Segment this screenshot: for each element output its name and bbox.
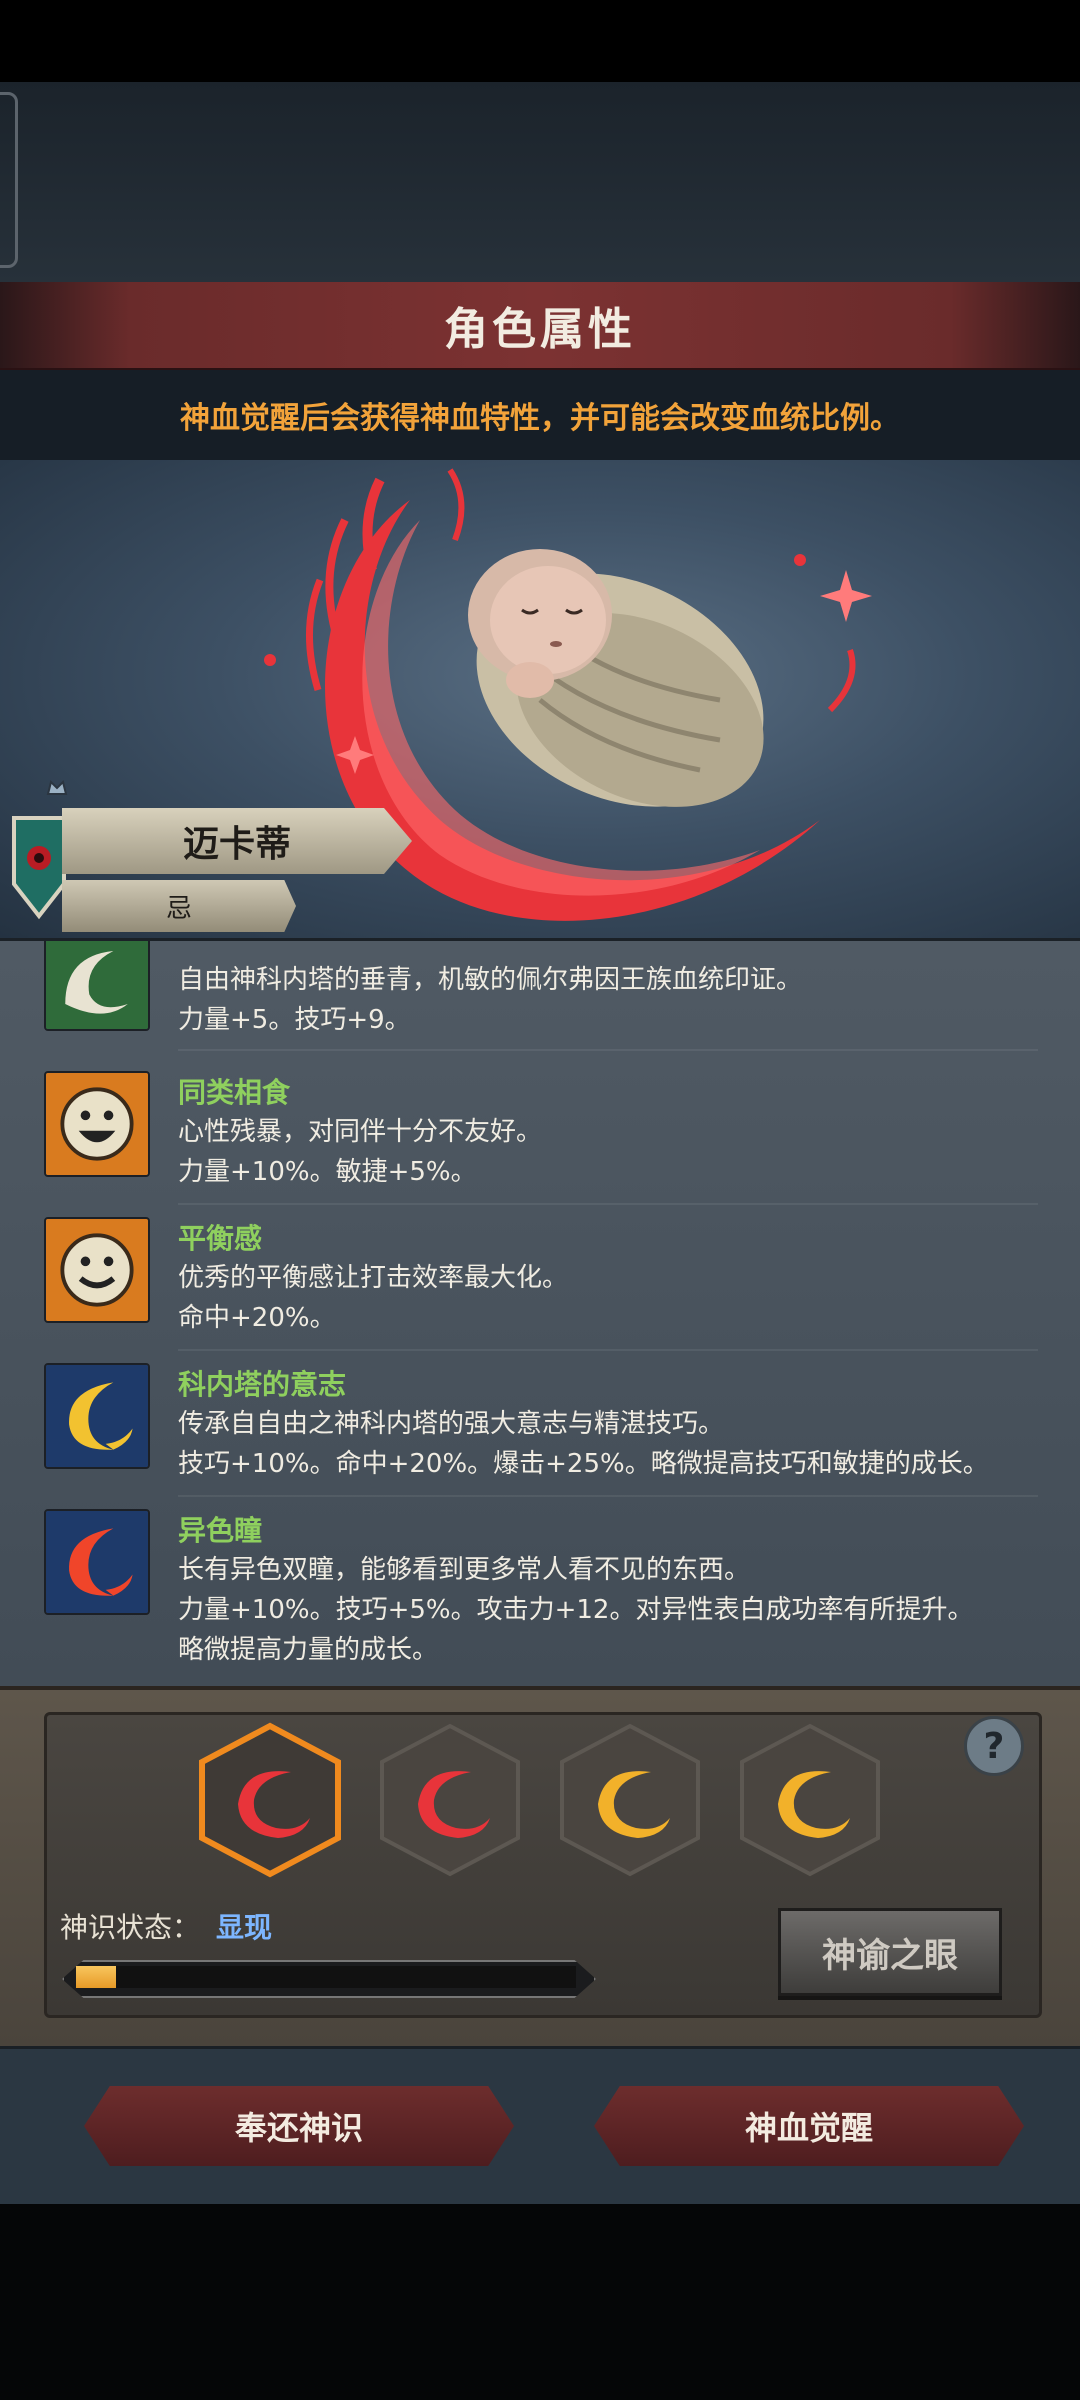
trait-list[interactable]: 自由神科内塔的垂青，机敏的佩尔弗因王族血统印证。 力量+5。技巧+9。 同类相食…: [0, 938, 1080, 1689]
red-crescent-icon: [44, 1509, 150, 1615]
trait-stats: 力量+10%。敏捷+5%。: [178, 1157, 477, 1187]
progress-track: [76, 1966, 576, 1988]
blood-awaken-label: 神血觉醒: [744, 2109, 873, 2147]
trait-stats: 力量+10%。技巧+5%。攻击力+12。对异性表白成功率有所提升。: [178, 1595, 974, 1625]
page-subtitle: 神血觉醒后会获得神血特性，并可能会改变血统比例。: [180, 401, 900, 436]
gold-crescent-icon: [44, 1363, 150, 1469]
status-bar: [0, 0, 1080, 82]
family-crest-icon: [12, 816, 66, 920]
divider: [178, 1203, 1038, 1205]
oracle-eye-label: 神谕之眼: [822, 1935, 958, 1976]
divine-state-value: 显现: [216, 1911, 273, 1944]
nav-bar-area: [0, 2204, 1080, 2400]
blood-awaken-button[interactable]: 神血觉醒: [594, 2086, 1024, 2166]
crown-icon: [46, 780, 68, 795]
character-name: 迈卡蒂: [182, 824, 291, 865]
awaken-slot-3[interactable]: [556, 1722, 704, 1878]
baby-figure: [468, 549, 764, 807]
back-tab[interactable]: [0, 92, 18, 268]
trait-name: 科内塔的意志: [178, 1368, 347, 1401]
divine-state-label: 神识状态：: [60, 1911, 201, 1944]
white-swirl-icon: [44, 941, 150, 1031]
trait-description: 自由神科内塔的垂青，机敏的佩尔弗因王族血统印证。: [178, 965, 803, 995]
trait-description: 长有异色双瞳，能够看到更多常人看不见的东西。: [178, 1555, 751, 1585]
return-divine-button[interactable]: 奉还神识: [84, 2086, 514, 2166]
trait-name: 平衡感: [178, 1222, 263, 1255]
top-band: [0, 82, 1080, 282]
trait-stats: 技巧+10%。命中+20%。爆击+25%。略微提高技巧和敏捷的成长。: [178, 1449, 989, 1479]
trait-stats: 命中+20%。: [178, 1303, 336, 1333]
awaken-slot-1[interactable]: [196, 1722, 344, 1878]
title-banner: 角色属性: [0, 282, 1080, 372]
trait-name: 异色瞳: [178, 1514, 263, 1547]
awaken-slot-4[interactable]: [736, 1722, 884, 1878]
subtitle-row: 神血觉醒后会获得神血特性，并可能会改变血统比例。: [0, 370, 1080, 460]
oracle-eye-button[interactable]: 神谕之眼: [778, 1908, 1002, 1996]
trait-description: 传承自自由之神科内塔的强大意志与精湛技巧。: [178, 1409, 725, 1439]
trait-extra: 略微提高力量的成长。: [178, 1635, 439, 1665]
trait-description: 心性残暴，对同伴十分不友好。: [178, 1117, 543, 1147]
grin-face-icon: [44, 1071, 150, 1177]
character-tag: 忌: [165, 893, 192, 924]
progress-fill: [76, 1966, 116, 1988]
awaken-slot-2[interactable]: [376, 1722, 524, 1878]
page-title: 角色属性: [444, 304, 636, 355]
divider: [178, 1495, 1038, 1497]
trait-stats: 力量+5。技巧+9。: [178, 1005, 411, 1035]
divider: [178, 1349, 1038, 1351]
trait-name: 同类相食: [178, 1076, 291, 1109]
character-tag-plate: 忌: [62, 880, 296, 932]
divider: [178, 1049, 1038, 1051]
character-name-plate: 迈卡蒂: [62, 808, 412, 874]
trait-description: 优秀的平衡感让打击效率最大化。: [178, 1263, 569, 1293]
smile-face-icon: [44, 1217, 150, 1323]
return-divine-label: 奉还神识: [234, 2109, 363, 2147]
help-button[interactable]: ?: [964, 1716, 1024, 1776]
question-icon: ?: [983, 1725, 1005, 1767]
